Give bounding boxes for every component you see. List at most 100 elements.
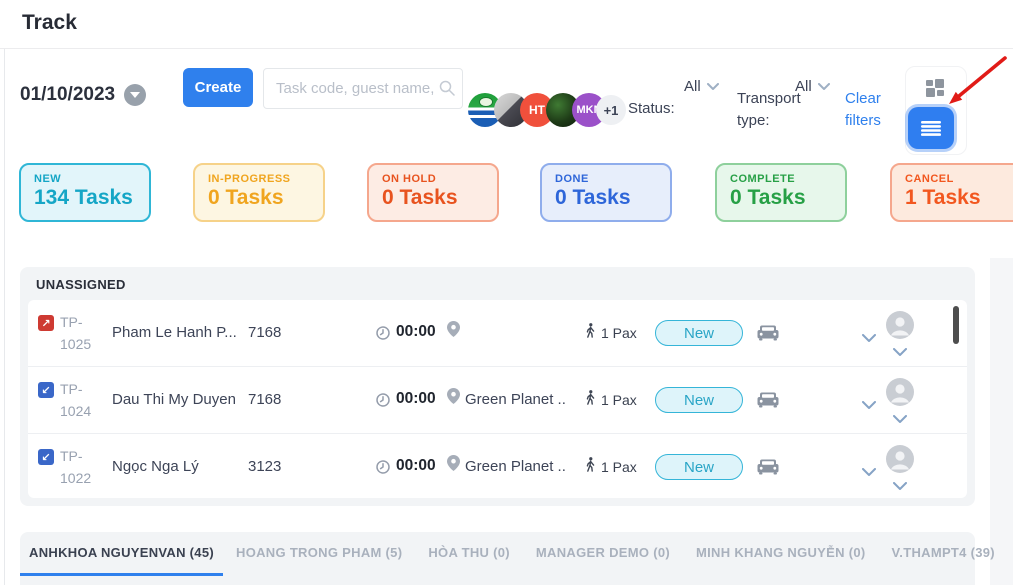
task-ref: 3123 bbox=[248, 458, 281, 475]
tab-vthampt4[interactable]: V.THAMPT4 (39) bbox=[879, 532, 1008, 576]
assignee-chevron-icon[interactable] bbox=[893, 477, 907, 495]
unassigned-title: UNASSIGNED bbox=[36, 277, 126, 292]
map-pin-icon bbox=[447, 388, 460, 409]
tab-hoang-trong-pham[interactable]: HOANG TRONG PHAM (5) bbox=[223, 532, 415, 576]
task-location: Green Planet ... bbox=[465, 391, 567, 408]
create-button[interactable]: Create bbox=[183, 68, 253, 107]
view-toggle-card bbox=[905, 66, 967, 155]
car-icon bbox=[757, 459, 779, 480]
date-dropdown-icon[interactable] bbox=[124, 84, 146, 106]
clock-icon bbox=[376, 326, 390, 345]
car-icon bbox=[757, 325, 779, 346]
task-code: TP- 1025 bbox=[60, 311, 91, 355]
page-title: Track bbox=[22, 11, 77, 35]
driver-tabs-bar: ANHKHOA NGUYENVAN (45) HOANG TRONG PHAM … bbox=[20, 532, 975, 585]
search-input[interactable] bbox=[264, 69, 462, 108]
hamburger-list-icon bbox=[921, 121, 941, 136]
status-filter-value: All bbox=[684, 78, 701, 95]
pax-count: 1 Pax bbox=[601, 459, 637, 475]
status-badge: New bbox=[655, 320, 743, 346]
assignee-avatar-placeholder[interactable] bbox=[886, 445, 914, 478]
transport-filter-value: All bbox=[795, 78, 812, 95]
status-card-done[interactable]: DONE 0 Tasks bbox=[540, 163, 672, 222]
status-badge: New bbox=[655, 387, 743, 413]
status-card-complete[interactable]: COMPLETE 0 Tasks bbox=[715, 163, 847, 222]
task-row[interactable]: ↙ TP- 1024 Dau Thi My Duyen 7168 00:00 G… bbox=[28, 367, 967, 434]
task-row[interactable]: ↗ TP- 1025 Pham Le Hanh P... 7168 00:00 … bbox=[28, 300, 967, 367]
assignee-chevron-icon[interactable] bbox=[893, 343, 907, 361]
list-view-button[interactable] bbox=[908, 107, 954, 149]
walking-person-icon bbox=[584, 322, 596, 344]
status-card-on-hold[interactable]: ON HOLD 0 Tasks bbox=[367, 163, 499, 222]
expand-chevron-icon[interactable] bbox=[862, 396, 876, 414]
status-card-count: 0 Tasks bbox=[555, 186, 670, 210]
status-badge: New bbox=[655, 454, 743, 480]
map-pin-icon bbox=[447, 321, 460, 342]
track-page: Track 01/10/2023 Create HT MKN +1 Status… bbox=[0, 0, 1013, 585]
map-pin-icon bbox=[447, 455, 460, 476]
task-time: 00:00 bbox=[396, 390, 436, 408]
pax-count: 1 Pax bbox=[601, 325, 637, 341]
task-list: ↗ TP- 1025 Pham Le Hanh P... 7168 00:00 … bbox=[28, 300, 967, 498]
status-card-label: CANCEL bbox=[905, 173, 1013, 185]
status-card-in-progress[interactable]: IN-PROGRESS 0 Tasks bbox=[193, 163, 325, 222]
assignee-chevron-icon[interactable] bbox=[893, 410, 907, 428]
status-card-count: 0 Tasks bbox=[382, 186, 497, 210]
walking-person-icon bbox=[584, 456, 596, 478]
task-time: 00:00 bbox=[396, 323, 436, 341]
unassigned-panel: UNASSIGNED ↗ TP- 1025 Pham Le Hanh P... … bbox=[20, 267, 975, 506]
status-filter-select[interactable]: All bbox=[684, 78, 719, 95]
pax-count: 1 Pax bbox=[601, 392, 637, 408]
status-card-count: 0 Tasks bbox=[730, 186, 845, 210]
guest-name: Ngọc Nga Lý bbox=[112, 458, 242, 475]
status-card-new[interactable]: NEW 134 Tasks bbox=[19, 163, 151, 222]
page-header: Track bbox=[0, 0, 1013, 49]
status-filter-label: Status: bbox=[628, 100, 675, 117]
status-card-count: 1 Tasks bbox=[905, 186, 1013, 210]
task-row[interactable]: ↙ TP- 1022 Ngọc Nga Lý 3123 00:00 Green … bbox=[28, 434, 967, 498]
task-code: TP- 1024 bbox=[60, 378, 91, 422]
transport-filter-select[interactable]: All bbox=[795, 78, 830, 95]
car-icon bbox=[757, 392, 779, 413]
clear-filters-link[interactable]: Clear filters bbox=[845, 88, 895, 132]
guest-name: Pham Le Hanh P... bbox=[112, 324, 242, 341]
departure-icon: ↗ bbox=[38, 315, 54, 331]
walking-person-icon bbox=[584, 389, 596, 411]
expand-chevron-icon[interactable] bbox=[862, 463, 876, 481]
left-border-line bbox=[4, 49, 5, 585]
vertical-scrollbar-thumb[interactable] bbox=[953, 306, 959, 344]
search-icon bbox=[439, 80, 455, 101]
task-location: Green Planet ... bbox=[465, 458, 567, 475]
status-card-label: NEW bbox=[34, 173, 149, 185]
task-time: 00:00 bbox=[396, 457, 436, 475]
status-card-label: COMPLETE bbox=[730, 173, 845, 185]
tab-anhkhoa-nguyenvan[interactable]: ANHKHOA NGUYENVAN (45) bbox=[20, 532, 223, 576]
date-value: 01/10/2023 bbox=[20, 84, 115, 106]
date-selector[interactable]: 01/10/2023 bbox=[20, 84, 146, 106]
status-card-label: ON HOLD bbox=[382, 173, 497, 185]
task-code: TP- 1022 bbox=[60, 445, 91, 489]
status-card-count: 134 Tasks bbox=[34, 186, 149, 210]
task-ref: 7168 bbox=[248, 324, 281, 341]
clock-icon bbox=[376, 460, 390, 479]
arrival-icon: ↙ bbox=[38, 449, 54, 465]
avatar-overflow-count[interactable]: +1 bbox=[596, 95, 626, 125]
arrival-icon: ↙ bbox=[38, 382, 54, 398]
status-card-count: 0 Tasks bbox=[208, 186, 323, 210]
status-card-label: DONE bbox=[555, 173, 670, 185]
assignee-avatar-placeholder[interactable] bbox=[886, 378, 914, 411]
tab-minh-khang-nguyen[interactable]: MINH KHANG NGUYỄN (0) bbox=[683, 532, 879, 576]
chevron-down-icon bbox=[707, 83, 719, 90]
task-ref: 7168 bbox=[248, 391, 281, 408]
guest-name: Dau Thi My Duyen bbox=[112, 391, 242, 408]
grid-icon bbox=[925, 78, 945, 98]
grid-view-button[interactable] bbox=[917, 71, 953, 105]
expand-chevron-icon[interactable] bbox=[862, 329, 876, 347]
tab-hoa-thu[interactable]: HÒA THU (0) bbox=[415, 532, 523, 576]
clock-icon bbox=[376, 393, 390, 412]
chevron-down-icon bbox=[818, 83, 830, 90]
search-box bbox=[263, 68, 463, 109]
status-card-cancel[interactable]: CANCEL 1 Tasks bbox=[890, 163, 1013, 222]
tab-manager-demo[interactable]: MANAGER DEMO (0) bbox=[523, 532, 683, 576]
assignee-avatar-placeholder[interactable] bbox=[886, 311, 914, 344]
